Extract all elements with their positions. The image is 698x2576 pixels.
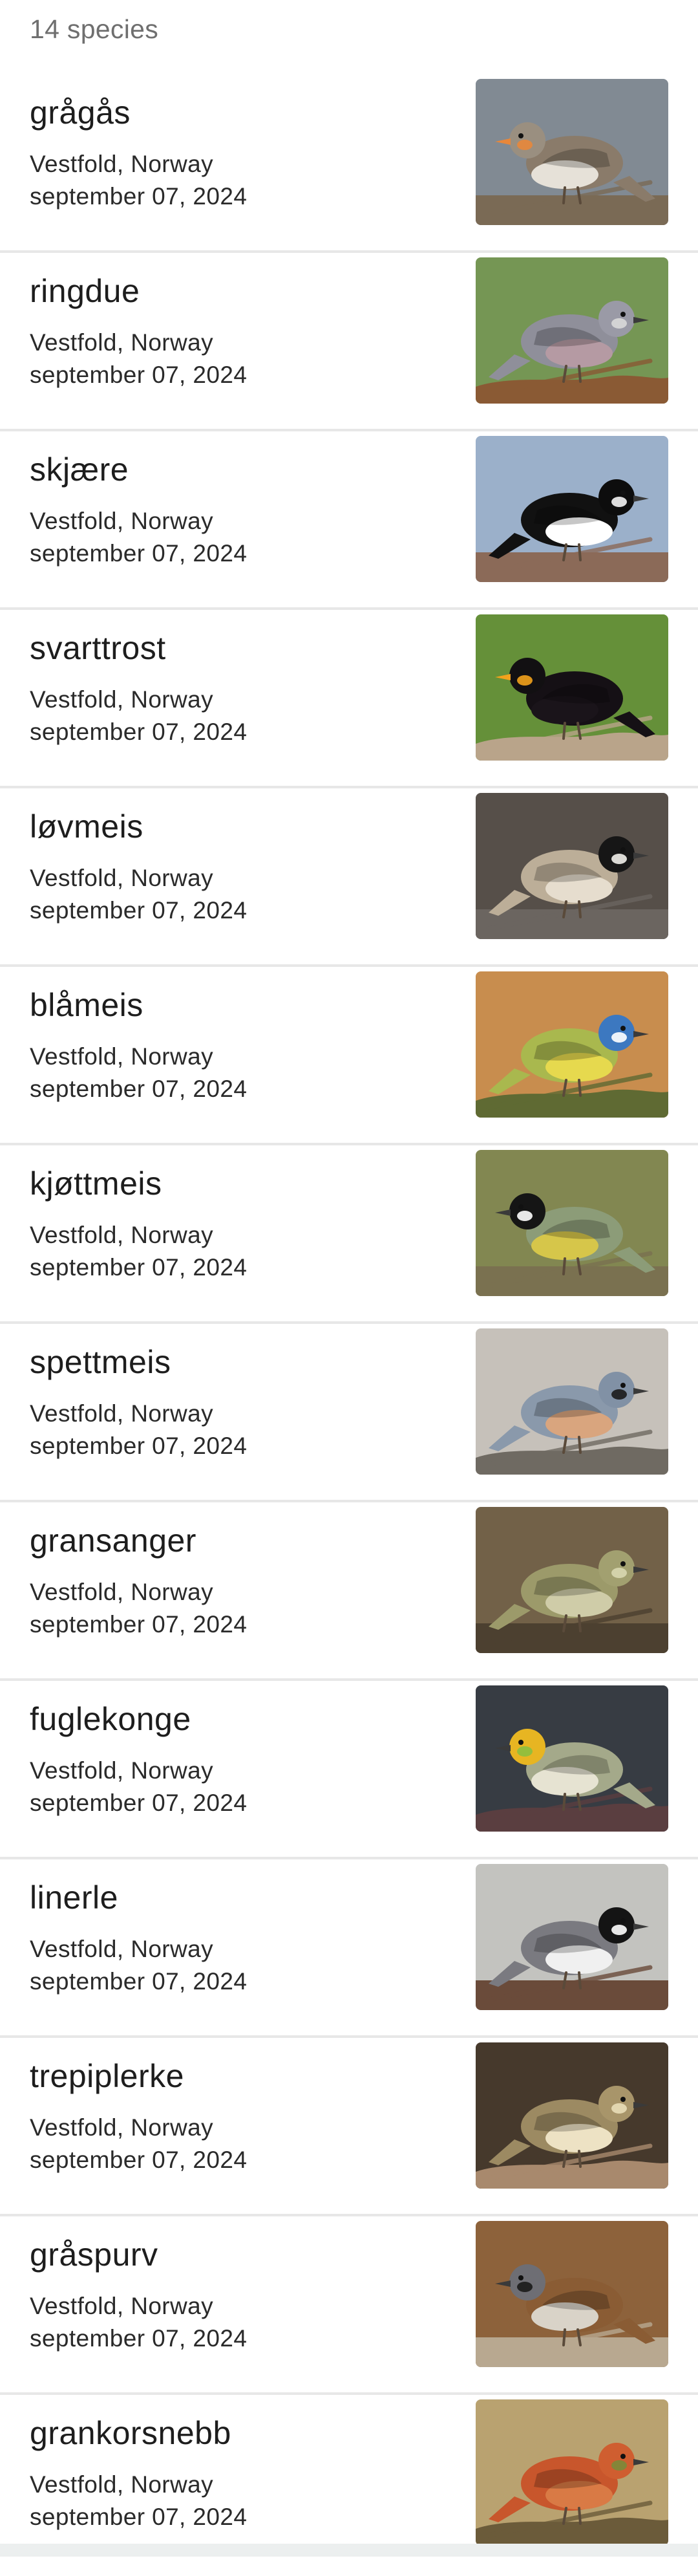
species-date: september 07, 2024 xyxy=(30,1076,248,1102)
species-row[interactable]: linerle Vestfold, Norway september 07, 202… xyxy=(0,1859,698,2038)
species-date: september 07, 2024 xyxy=(30,1790,248,1816)
species-date: september 07, 2024 xyxy=(30,2147,248,2173)
bird-illustration xyxy=(476,1507,668,1653)
species-location: Vestfold, Norway xyxy=(30,1222,214,1248)
species-row[interactable]: løvmeis Vestfold, Norway september 07, 202… xyxy=(0,788,698,967)
house-sparrow-photo[interactable] xyxy=(476,2221,668,2367)
bird-illustration xyxy=(476,257,668,404)
bird-illustration xyxy=(476,2042,668,2189)
marsh-tit-photo[interactable] xyxy=(476,793,668,939)
species-date: september 07, 2024 xyxy=(30,1611,248,1638)
tree-pipit-photo[interactable] xyxy=(476,2042,668,2189)
species-row[interactable]: kjøttmeis Vestfold, Norway september 07, 2… xyxy=(0,1145,698,1324)
species-row[interactable]: gråspurv Vestfold, Norway september 07, 20… xyxy=(0,2216,698,2395)
great-tit-photo[interactable] xyxy=(476,1150,668,1296)
species-row[interactable]: skjære Vestfold, Norway september 07, 2024 xyxy=(0,431,698,610)
bird-illustration xyxy=(476,1864,668,2010)
species-name: grankorsnebb xyxy=(30,2415,231,2451)
species-date: september 07, 2024 xyxy=(30,1433,248,1459)
bottom-edge xyxy=(0,2544,698,2557)
species-row[interactable]: fuglekonge Vestfold, Norway september 07, … xyxy=(0,1681,698,1859)
species-name: gransanger xyxy=(30,1522,196,1559)
wood-pigeon-photo[interactable] xyxy=(476,257,668,404)
species-row[interactable]: spettmeis Vestfold, Norway september 07, 2… xyxy=(0,1324,698,1502)
species-location: Vestfold, Norway xyxy=(30,1757,214,1784)
species-name: trepiplerke xyxy=(30,2058,184,2094)
species-name: gråspurv xyxy=(30,2236,158,2273)
blue-tit-photo[interactable] xyxy=(476,971,668,1118)
species-name: blåmeis xyxy=(30,987,143,1023)
species-date: september 07, 2024 xyxy=(30,2325,248,2352)
bird-illustration xyxy=(476,79,668,225)
species-name: svarttrost xyxy=(30,630,166,666)
species-date: september 07, 2024 xyxy=(30,1254,248,1281)
species-location: Vestfold, Norway xyxy=(30,1936,214,1962)
species-row[interactable]: svarttrost Vestfold, Norway september 07, … xyxy=(0,610,698,788)
bird-illustration xyxy=(476,793,668,939)
species-location: Vestfold, Norway xyxy=(30,2114,214,2141)
bird-illustration xyxy=(476,1150,668,1296)
species-location: Vestfold, Norway xyxy=(30,151,214,177)
species-row[interactable]: gransanger Vestfold, Norway september 07, … xyxy=(0,1502,698,1681)
chiffchaff-photo[interactable] xyxy=(476,1507,668,1653)
species-location: Vestfold, Norway xyxy=(30,2293,214,2319)
species-row[interactable]: blåmeis Vestfold, Norway september 07, 202… xyxy=(0,967,698,1145)
species-name: skjære xyxy=(30,451,129,488)
species-name: kjøttmeis xyxy=(30,1165,162,1202)
species-location: Vestfold, Norway xyxy=(30,508,214,534)
bird-illustration xyxy=(476,2221,668,2367)
species-date: september 07, 2024 xyxy=(30,897,248,924)
species-date: september 07, 2024 xyxy=(30,362,248,388)
species-location: Vestfold, Norway xyxy=(30,329,214,356)
species-name: spettmeis xyxy=(30,1344,171,1380)
bird-illustration xyxy=(476,971,668,1118)
species-row[interactable]: trepiplerke Vestfold, Norway september 07,… xyxy=(0,2038,698,2216)
species-date: september 07, 2024 xyxy=(30,1968,248,1995)
goldcrest-photo[interactable] xyxy=(476,1685,668,1832)
species-location: Vestfold, Norway xyxy=(30,865,214,891)
species-location: Vestfold, Norway xyxy=(30,2471,214,2498)
species-name: grågås xyxy=(30,94,131,131)
species-row[interactable]: grågås Vestfold, Norway september 07, 2024 xyxy=(0,74,698,253)
species-location: Vestfold, Norway xyxy=(30,1579,214,1605)
species-date: september 07, 2024 xyxy=(30,540,248,567)
common-crossbill-photo[interactable] xyxy=(476,2399,668,2546)
species-date: september 07, 2024 xyxy=(30,719,248,745)
species-location: Vestfold, Norway xyxy=(30,1043,214,1070)
species-name: linerle xyxy=(30,1879,118,1916)
species-date: september 07, 2024 xyxy=(30,2504,248,2530)
bird-illustration xyxy=(476,1685,668,1832)
species-header: 14 species xyxy=(0,0,698,74)
species-name: fuglekonge xyxy=(30,1701,191,1737)
species-row[interactable]: ringdue Vestfold, Norway september 07, 202… xyxy=(0,253,698,431)
greylag-goose-photo[interactable] xyxy=(476,79,668,225)
bird-illustration xyxy=(476,436,668,582)
species-list: grågås Vestfold, Norway september 07, 2024… xyxy=(0,74,698,2576)
bird-illustration xyxy=(476,1328,668,1475)
bird-illustration xyxy=(476,614,668,761)
species-location: Vestfold, Norway xyxy=(30,1400,214,1427)
species-date: september 07, 2024 xyxy=(30,183,248,210)
magpie-photo[interactable] xyxy=(476,436,668,582)
bird-illustration xyxy=(476,2399,668,2546)
blackbird-photo[interactable] xyxy=(476,614,668,761)
species-name: løvmeis xyxy=(30,808,143,845)
species-count: 14 species xyxy=(30,14,159,44)
white-wagtail-photo[interactable] xyxy=(476,1864,668,2010)
nuthatch-photo[interactable] xyxy=(476,1328,668,1475)
species-location: Vestfold, Norway xyxy=(30,686,214,713)
species-name: ringdue xyxy=(30,273,140,309)
